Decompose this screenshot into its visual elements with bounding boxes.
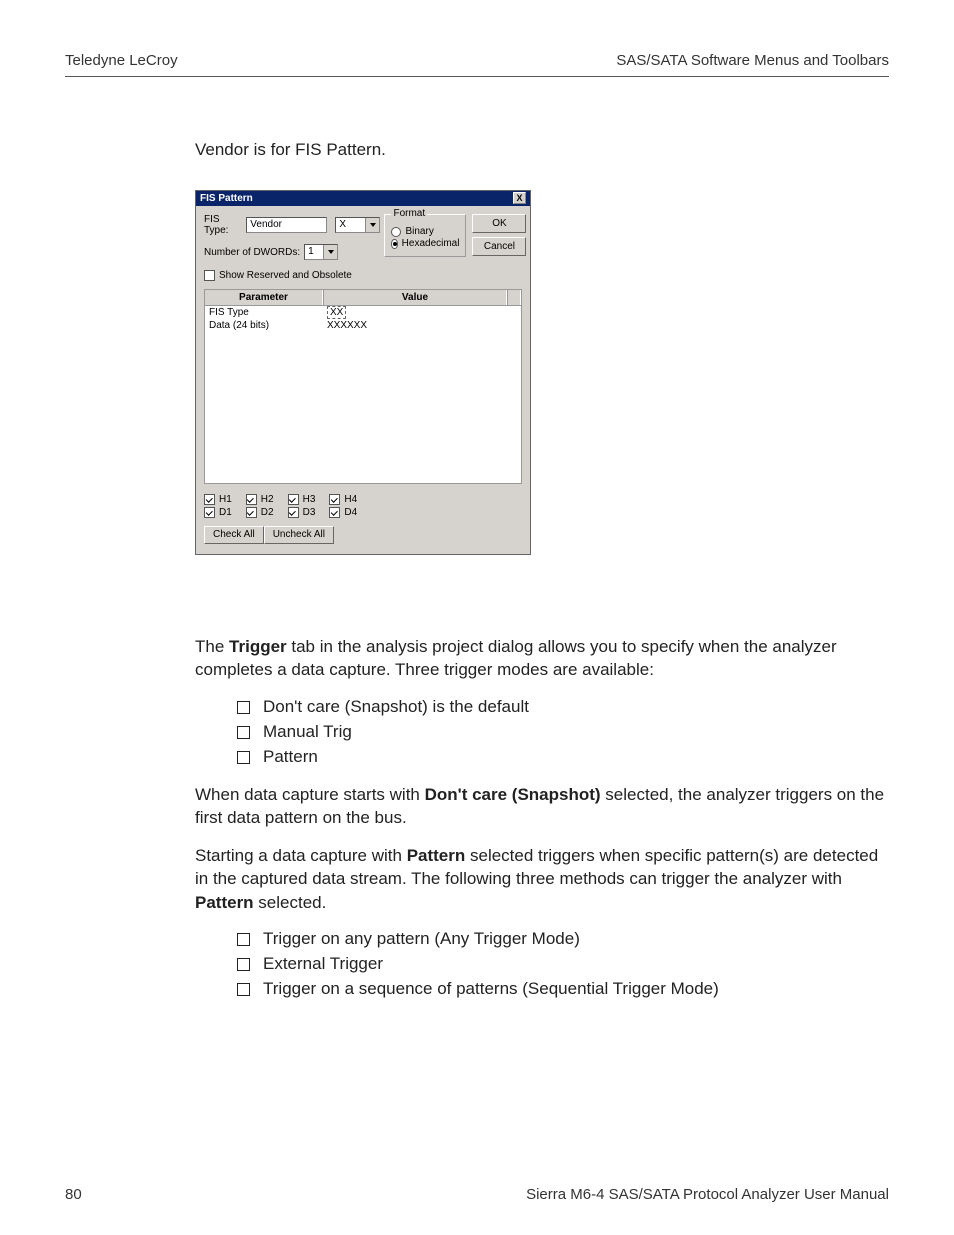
checkbox-h1[interactable]: H1 (204, 494, 232, 505)
radio-binary[interactable]: Binary (391, 226, 459, 237)
checkbox-h2[interactable]: H2 (246, 494, 274, 505)
fis-subtype-combo[interactable]: X (335, 217, 380, 233)
text-bold: Don't care (Snapshot) (425, 785, 601, 804)
d-row: D1 D2 D3 D4 (204, 507, 522, 518)
checkbox-icon (204, 507, 215, 518)
checkbox-icon (204, 270, 215, 281)
h-row: H1 H2 H3 H4 (204, 494, 522, 505)
cell-param: Data (24 bits) (205, 319, 323, 332)
num-dwords-label: Number of DWORDs: (204, 247, 300, 258)
radio-hex[interactable]: Hexadecimal (391, 238, 459, 249)
text: selected. (254, 893, 327, 912)
num-dwords-value: 1 (305, 245, 323, 259)
check-all-button[interactable]: Check All (204, 526, 264, 544)
label: H2 (261, 494, 274, 505)
cell-value: XXXXXX (323, 319, 521, 332)
label: D2 (261, 507, 274, 518)
fis-type-combo[interactable]: Vendor (246, 217, 327, 233)
page-header: Teledyne LeCroy SAS/SATA Software Menus … (65, 52, 889, 69)
text-bold: Pattern (407, 846, 466, 865)
cell-param: FIS Type (205, 306, 323, 319)
ok-button[interactable]: OK (472, 214, 526, 233)
table-row[interactable]: FIS Type XX (205, 306, 521, 319)
radio-binary-label: Binary (405, 226, 433, 237)
header-rule (65, 76, 889, 77)
table-row[interactable]: Data (24 bits) XXXXXX (205, 319, 521, 332)
dialog-title: FIS Pattern (200, 193, 253, 204)
chevron-down-icon[interactable] (323, 245, 337, 259)
close-icon[interactable]: X (513, 192, 526, 204)
radio-hex-label: Hexadecimal (402, 238, 460, 249)
page-number: 80 (65, 1186, 82, 1203)
checkbox-d4[interactable]: D4 (329, 507, 357, 518)
checkbox-icon (204, 494, 215, 505)
text: The (195, 637, 229, 656)
checkbox-icon (246, 507, 257, 518)
checkbox-d3[interactable]: D3 (288, 507, 316, 518)
cell-value[interactable]: XX (327, 306, 346, 319)
checkbox-d1[interactable]: D1 (204, 507, 232, 518)
checkbox-icon (288, 494, 299, 505)
checkbox-d2[interactable]: D2 (246, 507, 274, 518)
cancel-button[interactable]: Cancel (472, 237, 526, 256)
page-footer: 80 Sierra M6-4 SAS/SATA Protocol Analyze… (65, 1186, 889, 1203)
uncheck-all-button[interactable]: Uncheck All (264, 526, 334, 544)
header-right: SAS/SATA Software Menus and Toolbars (616, 52, 889, 69)
fis-pattern-dialog: FIS Pattern X FIS Type: Vendor X (195, 190, 531, 555)
check-buttons: Check All Uncheck All (204, 526, 522, 544)
list-item: Pattern (237, 746, 885, 769)
list-item: Manual Trig (237, 721, 885, 744)
label: D1 (219, 507, 232, 518)
label: D3 (303, 507, 316, 518)
fis-subtype-value: X (336, 218, 365, 232)
radio-icon (391, 227, 401, 237)
list-trigger-modes: Don't care (Snapshot) is the default Man… (237, 696, 885, 769)
checkbox-icon (246, 494, 257, 505)
dialog-body: FIS Type: Vendor X Number of DWORDs: (196, 206, 530, 554)
list-item: Don't care (Snapshot) is the default (237, 696, 885, 719)
list-item: Trigger on any pattern (Any Trigger Mode… (237, 928, 885, 951)
checkbox-h4[interactable]: H4 (329, 494, 357, 505)
fis-type-label: FIS Type: (204, 214, 242, 236)
checkbox-icon (329, 507, 340, 518)
intro-text: Vendor is for FIS Pattern. (195, 140, 885, 160)
table-head: Parameter Value (205, 290, 521, 306)
show-reserved-checkbox[interactable]: Show Reserved and Obsolete (204, 270, 380, 281)
text: When data capture starts with (195, 785, 425, 804)
dialog-titlebar: FIS Pattern X (196, 191, 530, 206)
header-left: Teledyne LeCroy (65, 52, 178, 69)
num-dwords-combo[interactable]: 1 (304, 244, 338, 260)
label: D4 (344, 507, 357, 518)
document-page: Teledyne LeCroy SAS/SATA Software Menus … (0, 0, 954, 1235)
text: Starting a data capture with (195, 846, 407, 865)
chevron-down-icon[interactable] (365, 218, 379, 232)
text-bold: Trigger (229, 637, 287, 656)
format-legend: Format (391, 208, 427, 219)
list-pattern-methods: Trigger on any pattern (Any Trigger Mode… (237, 928, 885, 1001)
radio-icon (391, 239, 397, 249)
label: H3 (303, 494, 316, 505)
body-content: Vendor is for FIS Pattern. FIS Pattern X… (195, 140, 885, 1009)
label: H4 (344, 494, 357, 505)
checkbox-h3[interactable]: H3 (288, 494, 316, 505)
paragraph: When data capture starts with Don't care… (195, 783, 885, 830)
checkbox-icon (329, 494, 340, 505)
list-item: Trigger on a sequence of patterns (Seque… (237, 978, 885, 1001)
text: tab in the analysis project dialog allow… (195, 637, 837, 679)
show-reserved-label: Show Reserved and Obsolete (219, 270, 352, 281)
paragraph: The Trigger tab in the analysis project … (195, 635, 885, 682)
fis-type-value: Vendor (247, 218, 326, 232)
checkbox-icon (288, 507, 299, 518)
col-parameter: Parameter (205, 290, 323, 305)
param-table: Parameter Value FIS Type XX Data (24 bit… (204, 289, 522, 484)
list-item: External Trigger (237, 953, 885, 976)
col-value: Value (323, 290, 507, 305)
paragraph: Starting a data capture with Pattern sel… (195, 844, 885, 914)
col-scroll (507, 290, 521, 305)
format-group: Format Binary Hexadecimal (384, 214, 466, 257)
text-bold: Pattern (195, 893, 254, 912)
manual-title: Sierra M6-4 SAS/SATA Protocol Analyzer U… (526, 1186, 889, 1203)
label: H1 (219, 494, 232, 505)
